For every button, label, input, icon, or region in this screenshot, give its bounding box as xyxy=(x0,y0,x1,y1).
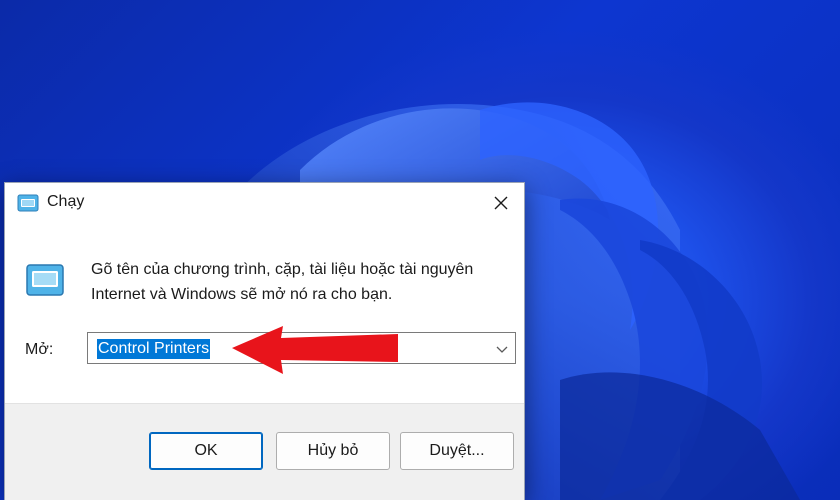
open-combobox[interactable]: Control Printers xyxy=(87,332,516,364)
title-bar[interactable]: Chạy xyxy=(5,183,524,223)
dialog-description: Gõ tên của chương trình, cặp, tài liệu h… xyxy=(91,261,474,303)
open-input-value[interactable]: Control Printers xyxy=(97,339,211,359)
dialog-footer: OK Hủy bỏ Duyệt... xyxy=(5,403,524,500)
run-app-icon-large xyxy=(26,264,64,296)
run-dialog: Chạy Gõ tên của chương trình, cặp, tài l… xyxy=(4,182,525,500)
browse-button[interactable]: Duyệt... xyxy=(400,432,514,470)
run-app-icon xyxy=(17,194,39,212)
open-label: Mở: xyxy=(25,341,54,358)
cancel-button[interactable]: Hủy bỏ xyxy=(276,432,390,470)
chevron-down-icon[interactable] xyxy=(495,342,509,356)
ok-button[interactable]: OK xyxy=(149,432,263,470)
dialog-title: Chạy xyxy=(47,193,85,210)
close-button[interactable] xyxy=(478,183,524,223)
close-icon xyxy=(494,196,508,210)
